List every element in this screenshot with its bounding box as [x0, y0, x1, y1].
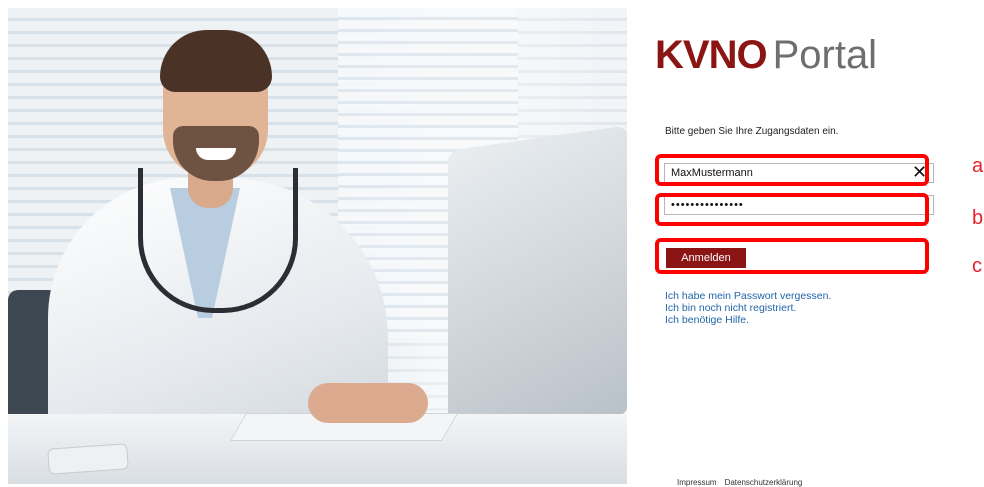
smartphone	[47, 443, 129, 475]
help-links: Ich habe mein Passwort vergessen. Ich bi…	[665, 290, 831, 326]
footer: Impressum Datenschutzerklärung	[677, 478, 810, 487]
hero-photo	[8, 8, 627, 484]
footer-privacy-link[interactable]: Datenschutzerklärung	[725, 478, 803, 487]
annotation-label-c: c	[972, 255, 982, 277]
doctor-hands	[308, 383, 428, 423]
annotation-box-a	[655, 154, 929, 186]
forgot-password-link[interactable]: Ich habe mein Passwort vergessen.	[665, 290, 831, 302]
footer-imprint-link[interactable]: Impressum	[677, 478, 717, 487]
help-link[interactable]: Ich benötige Hilfe.	[665, 314, 831, 326]
computer-monitor	[448, 125, 627, 441]
login-instruction: Bitte geben Sie Ihre Zugangsdaten ein.	[665, 126, 839, 137]
brand-suffix: Portal	[772, 33, 878, 77]
doctor-smile	[196, 148, 236, 160]
stethoscope	[138, 168, 298, 313]
portal-logo: KVNO Portal	[655, 33, 877, 78]
annotation-box-b	[655, 193, 929, 226]
brand-name: KVNO	[655, 33, 768, 77]
annotation-label-a: a	[972, 155, 984, 177]
annotation-box-c	[655, 238, 929, 274]
register-link[interactable]: Ich bin noch nicht registriert.	[665, 302, 831, 314]
annotation-label-b: b	[972, 207, 984, 229]
